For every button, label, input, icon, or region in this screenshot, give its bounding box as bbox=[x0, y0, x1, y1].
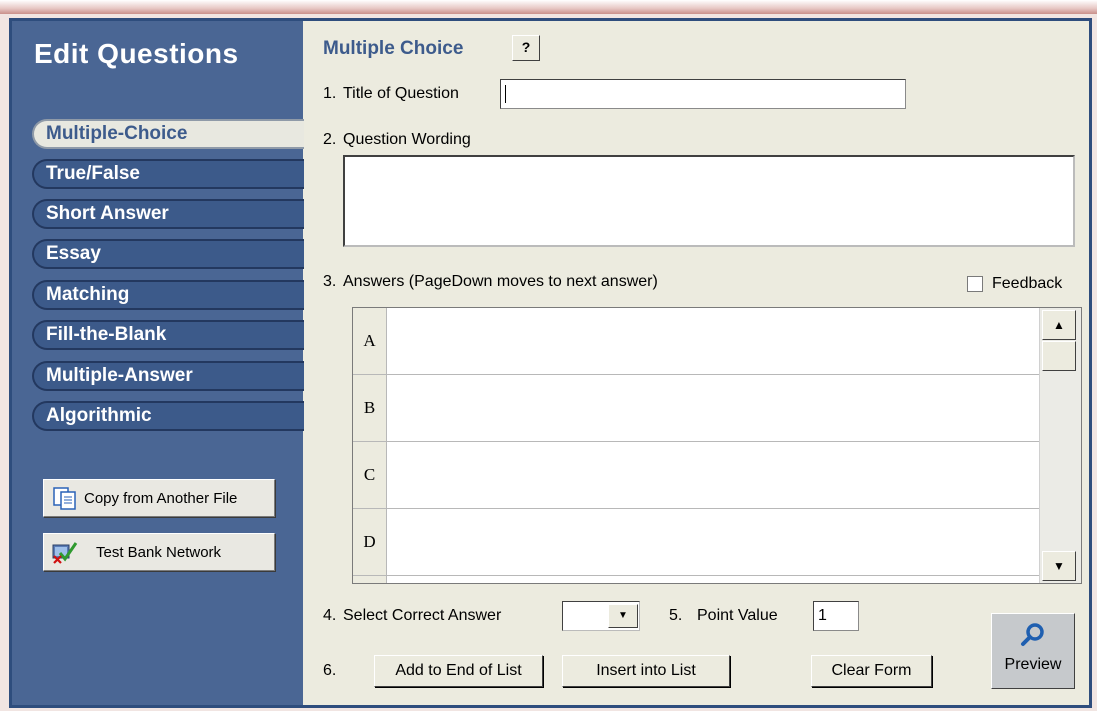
answer-letter-partial bbox=[353, 576, 387, 583]
preview-button[interactable]: Preview bbox=[991, 613, 1075, 689]
scroll-up-button[interactable]: ▲ bbox=[1042, 310, 1076, 340]
text-caret bbox=[505, 85, 506, 103]
answer-letter: B bbox=[353, 375, 387, 441]
add-to-end-of-list-button[interactable]: Add to End of List bbox=[374, 655, 543, 687]
sidebar-title: Edit Questions bbox=[34, 38, 239, 69]
step6-number: 6. bbox=[323, 662, 337, 679]
point-value-label: Point Value bbox=[697, 607, 778, 624]
answer-row-d: D bbox=[353, 509, 1039, 576]
step5-number: 5. bbox=[669, 607, 683, 624]
answer-input-a[interactable] bbox=[387, 308, 1039, 374]
answer-row-c: C bbox=[353, 442, 1039, 509]
correct-answer-select[interactable]: ▼ bbox=[562, 601, 640, 631]
tab-true-false[interactable]: True/False bbox=[32, 159, 304, 189]
answer-row-partial bbox=[353, 576, 1039, 583]
point-value-input[interactable]: 1 bbox=[813, 601, 859, 631]
select-correct-answer-label: Select Correct Answer bbox=[343, 607, 502, 624]
answer-input-b[interactable] bbox=[387, 375, 1039, 441]
copy-from-another-file-label: Copy from Another File bbox=[84, 490, 238, 507]
answer-letter: A bbox=[353, 308, 387, 374]
tab-short-answer[interactable]: Short Answer bbox=[32, 199, 304, 229]
answer-letter: C bbox=[353, 442, 387, 508]
test-bank-network-label: Test Bank Network bbox=[96, 544, 222, 561]
chevron-down-icon[interactable]: ▼ bbox=[608, 604, 638, 628]
help-button[interactable]: ? bbox=[512, 35, 540, 61]
title-of-question-input[interactable] bbox=[500, 79, 906, 109]
tab-multiple-answer[interactable]: Multiple-Answer bbox=[32, 361, 304, 391]
test-bank-network-button[interactable]: Test Bank Network bbox=[43, 533, 275, 571]
answers-scrollbar[interactable]: ▲ ▼ bbox=[1039, 308, 1081, 583]
magnifier-icon bbox=[1021, 623, 1044, 646]
answers-grid: A B C D ▲ ▼ bbox=[352, 307, 1082, 584]
title-of-question-label: Title of Question bbox=[343, 85, 459, 102]
copy-from-another-file-button[interactable]: Copy from Another File bbox=[43, 479, 275, 517]
main-panel: Multiple Choice ? 1. Title of Question 2… bbox=[303, 21, 1089, 705]
answer-input-d[interactable] bbox=[387, 509, 1039, 575]
answer-input-partial bbox=[387, 576, 1039, 583]
tab-matching[interactable]: Matching bbox=[32, 280, 304, 310]
step2-number: 2. bbox=[323, 131, 337, 148]
step3-number: 3. bbox=[323, 273, 337, 290]
insert-into-list-button[interactable]: Insert into List bbox=[562, 655, 730, 687]
answer-input-c[interactable] bbox=[387, 442, 1039, 508]
sidebar: Edit Questions Multiple-Choice True/Fals… bbox=[12, 21, 304, 705]
answer-row-a: A bbox=[353, 308, 1039, 375]
tab-essay[interactable]: Essay bbox=[32, 239, 304, 269]
answer-letter: D bbox=[353, 509, 387, 575]
clear-form-button[interactable]: Clear Form bbox=[811, 655, 932, 687]
preview-label: Preview bbox=[1004, 656, 1062, 673]
tab-fill-the-blank[interactable]: Fill-the-Blank bbox=[32, 320, 304, 350]
edit-questions-window: Edit Questions Multiple-Choice True/Fals… bbox=[9, 18, 1092, 708]
answers-label: Answers (PageDown moves to next answer) bbox=[343, 273, 658, 290]
scroll-thumb[interactable] bbox=[1042, 341, 1076, 371]
page-title: Multiple Choice bbox=[323, 38, 464, 59]
step1-number: 1. bbox=[323, 85, 337, 102]
question-wording-textarea[interactable] bbox=[343, 155, 1075, 247]
copy-file-icon bbox=[53, 487, 76, 510]
window-frame: Edit Questions Multiple-Choice True/Fals… bbox=[0, 0, 1097, 711]
frame-titlebar bbox=[0, 0, 1097, 14]
scroll-down-button[interactable]: ▼ bbox=[1042, 551, 1076, 581]
network-check-icon bbox=[52, 542, 78, 564]
step4-number: 4. bbox=[323, 607, 337, 624]
feedback-label: Feedback bbox=[992, 275, 1063, 292]
feedback-checkbox[interactable] bbox=[967, 276, 983, 292]
question-wording-label: Question Wording bbox=[343, 131, 471, 148]
tab-algorithmic[interactable]: Algorithmic bbox=[32, 401, 304, 431]
tab-multiple-choice[interactable]: Multiple-Choice bbox=[32, 119, 304, 149]
answer-row-b: B bbox=[353, 375, 1039, 442]
